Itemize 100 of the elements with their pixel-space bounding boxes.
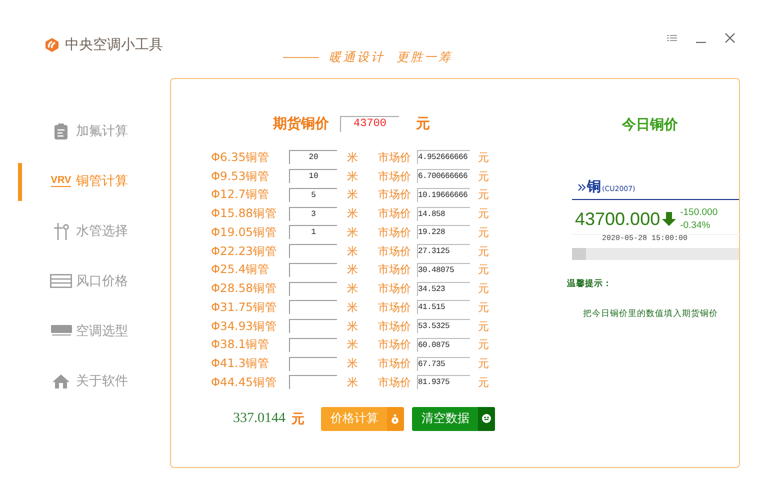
tip-title: 温馨提示： (567, 278, 613, 290)
unit-label: 元 (292, 410, 304, 428)
price-field[interactable]: 34.523 (417, 282, 470, 296)
chevron-icon (578, 184, 586, 191)
unit-label: 元 (478, 300, 489, 315)
nav-label: 风口价格 (76, 273, 128, 290)
nav-label: 加氟计算 (76, 123, 128, 140)
pipe-label: Φ22.23铜管 (211, 244, 278, 259)
down-arrow-icon (662, 212, 676, 226)
air-conditioner-icon (50, 325, 72, 337)
price-label: 市场价 (378, 244, 412, 259)
length-field[interactable]: 3 (289, 206, 337, 221)
unit-label: 米 (347, 187, 359, 202)
pipe-label: Φ44.45铜管 (211, 374, 278, 390)
unit-label: 元 (478, 244, 489, 259)
price-field[interactable]: 10.19666666 (417, 188, 470, 202)
close-icon[interactable] (725, 33, 735, 43)
percent-change: -0.34% (680, 219, 712, 232)
price-field[interactable]: 6.700666666 (417, 169, 470, 184)
nav-label: 关于软件 (76, 373, 128, 390)
pipes-icon (53, 222, 69, 240)
active-indicator (18, 163, 22, 201)
vent-icon (50, 274, 72, 288)
tip-text: 把今日铜价里的数值填入期货铜价 (583, 308, 719, 320)
length-field[interactable] (289, 262, 337, 277)
price-field[interactable]: 19.228 (417, 225, 470, 240)
price-change: -150.000 (680, 206, 718, 219)
price-field[interactable]: 41.515 (417, 300, 470, 314)
price-field[interactable]: 27.3125 (417, 244, 470, 258)
price-label: 市场价 (378, 224, 412, 240)
smiley-icon (482, 414, 490, 424)
nav-label: 铜管计算 (76, 173, 128, 190)
unit-label: 米 (347, 374, 359, 390)
price-label: 市场价 (378, 262, 412, 278)
length-field[interactable] (289, 338, 337, 352)
price-label: 市场价 (378, 150, 412, 165)
unit-label: 米 (347, 337, 359, 352)
price-field[interactable]: 14.858 (417, 206, 470, 221)
length-field[interactable]: 10 (289, 169, 337, 184)
length-field[interactable]: 1 (289, 225, 337, 240)
price-field[interactable]: 67.735 (417, 356, 470, 371)
unit-label: 米 (347, 224, 359, 240)
pipe-label: Φ31.75铜管 (211, 300, 278, 315)
pipe-label: Φ34.93铜管 (211, 318, 278, 334)
nav-label: 水管选择 (76, 223, 128, 240)
unit-label: 元 (478, 150, 489, 165)
price-field[interactable]: 53.5325 (417, 319, 470, 334)
price-label: 市场价 (378, 281, 412, 296)
length-field[interactable]: 20 (289, 150, 337, 164)
price-label: 市场价 (378, 187, 412, 202)
length-field[interactable] (289, 356, 337, 371)
price-label: 市场价 (378, 356, 412, 372)
length-field[interactable] (289, 244, 337, 258)
length-field[interactable] (289, 375, 337, 390)
unit-label: 米 (347, 281, 359, 296)
quote-name: 铜 (587, 178, 601, 196)
pipe-label: Φ19.05铜管 (211, 224, 278, 240)
unit-label: 元 (478, 262, 489, 278)
price-label: 市场价 (378, 337, 412, 352)
clear-button[interactable]: 清空数据 (412, 406, 494, 431)
unit-label: 米 (347, 300, 359, 315)
today-title: 今日铜价 (621, 116, 679, 134)
unit-label: 米 (347, 318, 359, 334)
pipe-label: Φ9.53铜管 (211, 168, 271, 184)
quote-price: 43700.000 (575, 208, 660, 230)
price-label: 市场价 (378, 318, 412, 334)
futures-price-field[interactable]: 43700 (340, 116, 399, 132)
length-field[interactable] (289, 300, 337, 314)
unit-label: 元 (478, 374, 489, 390)
unit-label: 元 (478, 168, 489, 184)
scrollbar-thumb[interactable] (572, 248, 586, 260)
price-field[interactable]: 4.952666666 (417, 150, 470, 164)
unit-label: 米 (347, 244, 359, 259)
price-label: 市场价 (378, 168, 412, 184)
price-field[interactable]: 30.48075 (417, 262, 470, 277)
length-field[interactable] (289, 319, 337, 334)
clipboard-icon (54, 122, 68, 140)
menu-icon[interactable] (667, 34, 677, 42)
scrollbar[interactable] (572, 248, 739, 260)
pipe-label: Φ38.1铜管 (211, 337, 271, 352)
home-icon (52, 374, 70, 388)
pipe-label: Φ25.4铜管 (211, 262, 271, 278)
pipe-label: Φ6.35铜管 (211, 150, 271, 165)
price-label: 市场价 (378, 374, 412, 390)
unit-label: 元 (478, 281, 489, 296)
unit-label: 元 (478, 187, 489, 202)
unit-label: 元 (478, 356, 489, 372)
unit-label: 元 (478, 206, 489, 222)
price-field[interactable]: 81.9375 (417, 375, 470, 390)
price-label: 市场价 (378, 206, 412, 222)
length-field[interactable]: 5 (289, 188, 337, 202)
length-field[interactable] (289, 282, 337, 296)
total-value: 337.0144 (233, 410, 286, 427)
app-title: 中央空调小工具 (65, 36, 163, 54)
price-label: 市场价 (378, 300, 412, 315)
logo-icon (44, 37, 60, 53)
unit-label: 米 (347, 206, 359, 222)
price-field[interactable]: 60.0875 (417, 338, 470, 352)
unit-label: 米 (347, 150, 359, 165)
unit-label: 米 (347, 262, 359, 278)
